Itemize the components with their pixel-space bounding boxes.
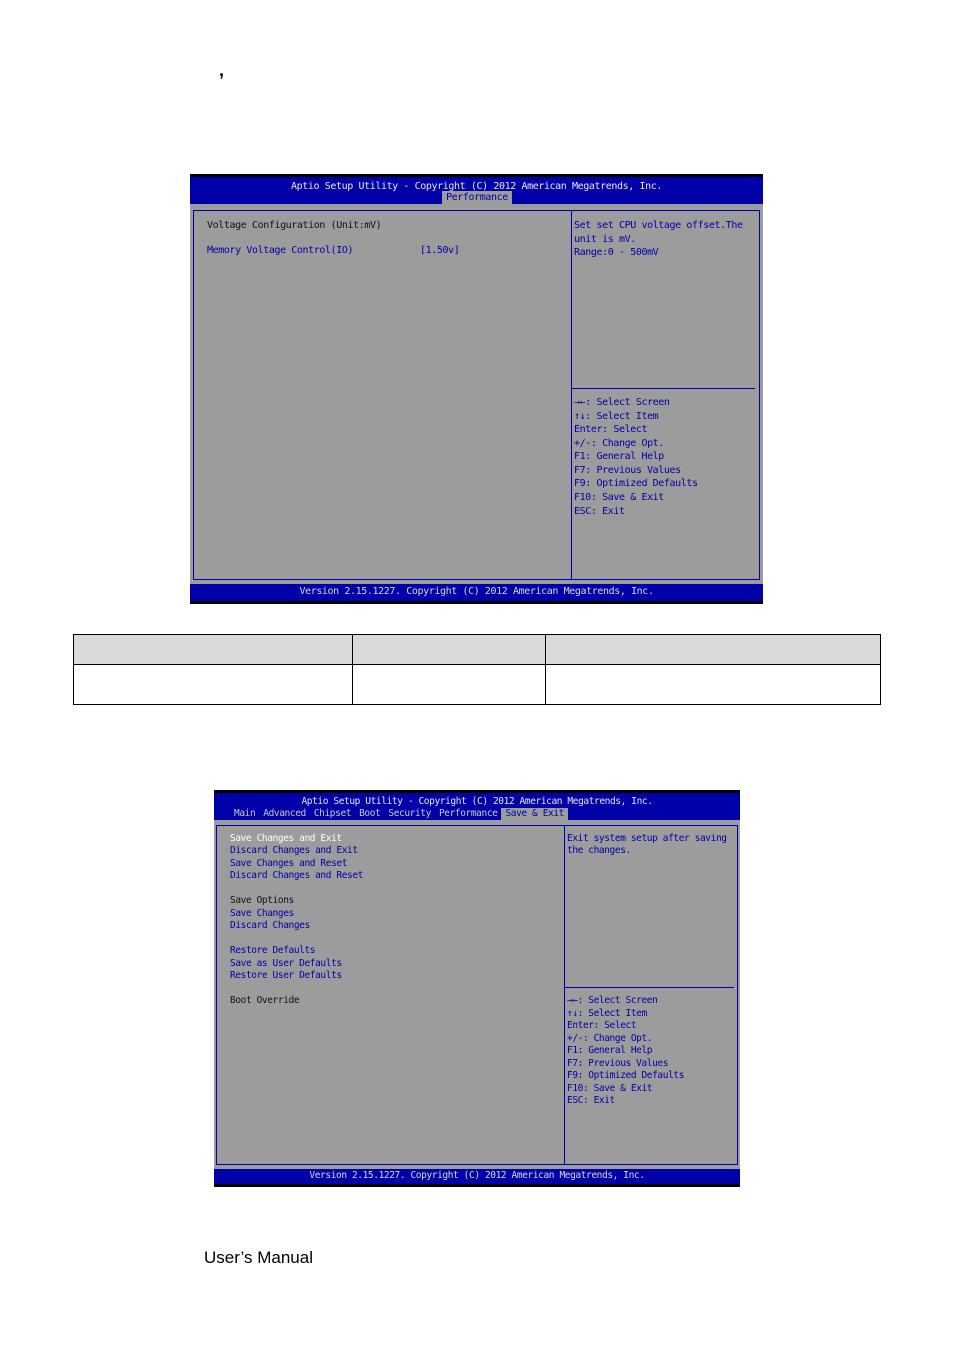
tab-boot[interactable]: Boot (355, 808, 384, 821)
menu-item-save-changes-and-exit[interactable]: Save Changes and Exit (230, 833, 342, 846)
help-line: Exit system setup after saving (567, 833, 727, 844)
tab-advanced[interactable]: Advanced (259, 808, 310, 821)
key-hint: Enter: Select (567, 1020, 637, 1031)
key-hint: +/-: Change Opt. (567, 1033, 653, 1044)
menu-item-restore-user-defaults[interactable]: Restore User Defaults (230, 970, 342, 983)
table-cell (545, 664, 881, 705)
key-hint: F1: General Help (574, 451, 664, 462)
menu-item-save-changes[interactable]: Save Changes (230, 908, 294, 921)
tab-security[interactable]: Security (384, 808, 435, 821)
help-line: unit is mV. (574, 234, 636, 245)
table-cell (352, 664, 546, 705)
menu-item-save-as-user-defaults[interactable]: Save as User Defaults (230, 958, 342, 971)
menu-item-discard-changes-and-exit[interactable]: Discard Changes and Exit (230, 845, 358, 858)
tab-main[interactable]: Main (230, 808, 259, 821)
tab-performance[interactable]: Performance (442, 190, 512, 204)
tab-performance[interactable]: Performance (435, 808, 502, 821)
key-hint: F9: Optimized Defaults (574, 478, 698, 489)
menu-item-restore-defaults[interactable]: Restore Defaults (230, 945, 316, 958)
setting-value[interactable]: [1.50v] (420, 244, 460, 258)
key-hint: F7: Previous Values (574, 465, 681, 476)
bios-main-frame: Voltage Configuration (Unit:mV) Memory V… (193, 210, 760, 580)
help-line: Set set CPU voltage offset.The (574, 220, 743, 231)
table-header-cell (545, 634, 881, 665)
bios-screen-save-exit: Aptio Setup Utility - Copyright (C) 2012… (214, 790, 740, 1187)
help-line: Range:0 - 500mV (574, 247, 659, 258)
menu-item-discard-changes[interactable]: Discard Changes (230, 920, 310, 933)
bios-tab-bar: Main Advanced Chipset Boot Security Perf… (230, 807, 568, 821)
bios-title: Aptio Setup Utility - Copyright (C) 2012… (301, 796, 653, 807)
help-separator (572, 388, 755, 389)
section-heading-save-options: Save Options (230, 895, 294, 906)
bios-main-frame: Save Changes and Exit Discard Changes an… (216, 825, 738, 1165)
key-hint: F1: General Help (567, 1045, 653, 1056)
bios-tab-bar: Performance (442, 190, 512, 204)
key-hint: ↑↓: Select Item (574, 411, 659, 422)
table-header-cell (352, 634, 546, 665)
page-footer: User’s Manual (204, 1248, 313, 1267)
section-heading: Voltage Configuration (Unit:mV) (207, 220, 382, 231)
key-hint: F10: Save & Exit (567, 1083, 653, 1094)
tab-chipset[interactable]: Chipset (310, 808, 355, 821)
bios-version-bar: Version 2.15.1227. Copyright (C) 2012 Am… (190, 584, 763, 604)
bios-screen-performance: Aptio Setup Utility - Copyright (C) 2012… (190, 174, 763, 604)
key-hint: →←: Select Screen (574, 397, 670, 408)
help-separator (565, 987, 734, 988)
key-hint: Enter: Select (574, 424, 648, 435)
help-line: the changes. (567, 845, 631, 856)
key-hint: ESC: Exit (567, 1095, 615, 1106)
panel-divider (564, 826, 565, 1164)
setting-label: Memory Voltage Control(IO) (207, 245, 354, 256)
key-hint: →←: Select Screen (567, 995, 658, 1006)
key-hint: ESC: Exit (574, 506, 625, 517)
bios-header: Aptio Setup Utility - Copyright (C) 2012… (190, 174, 763, 204)
key-hint: F7: Previous Values (567, 1058, 669, 1069)
key-hint: F9: Optimized Defaults (567, 1070, 685, 1081)
key-hint: ↑↓: Select Item (567, 1008, 647, 1019)
option-table (73, 634, 881, 705)
section-heading-boot-override: Boot Override (230, 995, 300, 1006)
menu-item-save-changes-and-reset[interactable]: Save Changes and Reset (230, 858, 347, 871)
table-row (73, 664, 881, 705)
key-hint: F10: Save & Exit (574, 492, 664, 503)
stray-comma: , (219, 60, 225, 80)
table-header-cell (73, 634, 353, 665)
setting-memory-voltage-control[interactable]: Memory Voltage Control(IO) (207, 244, 354, 258)
panel-divider (571, 211, 572, 579)
bios-header: Aptio Setup Utility - Copyright (C) 2012… (214, 790, 740, 820)
bios-version-bar: Version 2.15.1227. Copyright (C) 2012 Am… (214, 1169, 740, 1187)
tab-save-exit[interactable]: Save & Exit (501, 807, 568, 820)
menu-item-discard-changes-and-reset[interactable]: Discard Changes and Reset (230, 870, 363, 883)
key-hint: +/-: Change Opt. (574, 438, 664, 449)
table-header-row (73, 634, 881, 665)
table-cell (73, 664, 353, 705)
